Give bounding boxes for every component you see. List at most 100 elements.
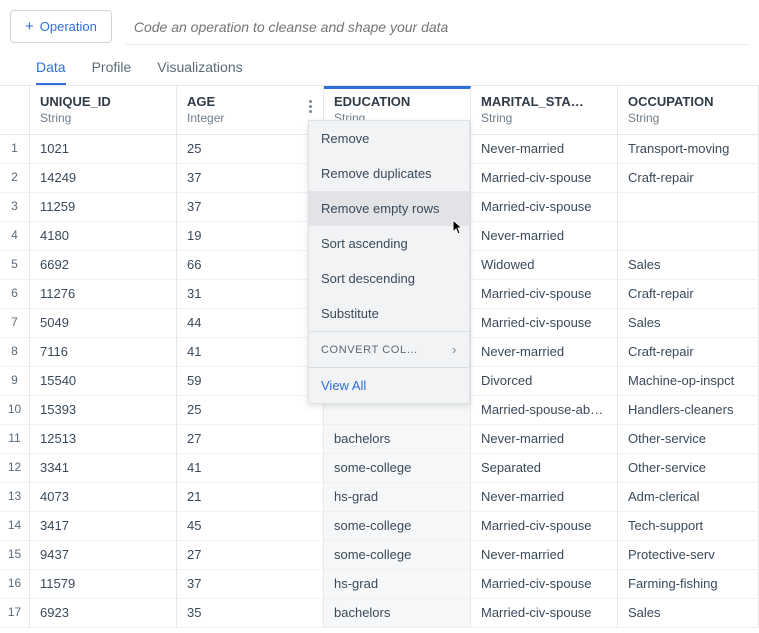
column-header-marital-sta-[interactable]: MARITAL_STA…String — [471, 86, 618, 135]
cell-marital[interactable]: Married-civ-spouse — [471, 280, 618, 309]
context-menu-item[interactable]: Remove empty rows — [309, 191, 469, 226]
row-number[interactable]: 5 — [0, 251, 30, 280]
cell-marital[interactable]: Never-married — [471, 338, 618, 367]
cell-occupation[interactable]: Other-service — [618, 425, 759, 454]
cell-occupation[interactable]: Craft-repair — [618, 338, 759, 367]
cell-marital[interactable]: Never-married — [471, 135, 618, 164]
tab-visualizations[interactable]: Visualizations — [157, 59, 242, 85]
cell-age[interactable]: 25 — [177, 135, 324, 164]
cell-unique_id[interactable]: 5049 — [30, 309, 177, 338]
column-header-occupation[interactable]: OCCUPATIONString — [618, 86, 759, 135]
row-number[interactable]: 9 — [0, 367, 30, 396]
cell-education[interactable]: some-college — [324, 454, 471, 483]
row-number[interactable]: 6 — [0, 280, 30, 309]
column-menu-icon[interactable] — [303, 96, 317, 116]
cell-marital[interactable]: Never-married — [471, 425, 618, 454]
cell-unique_id[interactable]: 14249 — [30, 164, 177, 193]
cell-occupation[interactable] — [618, 193, 759, 222]
cell-unique_id[interactable]: 4180 — [30, 222, 177, 251]
cell-occupation[interactable]: Machine-op-inspct — [618, 367, 759, 396]
cell-occupation[interactable]: Adm-clerical — [618, 483, 759, 512]
cell-education[interactable]: some-college — [324, 541, 471, 570]
cell-marital[interactable]: Separated — [471, 454, 618, 483]
cell-marital[interactable]: Married-civ-spouse — [471, 309, 618, 338]
cell-occupation[interactable] — [618, 222, 759, 251]
cell-occupation[interactable]: Tech-support — [618, 512, 759, 541]
cell-occupation[interactable]: Sales — [618, 309, 759, 338]
cell-unique_id[interactable]: 6923 — [30, 599, 177, 628]
cell-age[interactable]: 37 — [177, 193, 324, 222]
cell-marital[interactable]: Never-married — [471, 541, 618, 570]
cell-age[interactable]: 27 — [177, 425, 324, 454]
cell-age[interactable]: 21 — [177, 483, 324, 512]
row-number[interactable]: 2 — [0, 164, 30, 193]
cell-unique_id[interactable]: 11259 — [30, 193, 177, 222]
cell-occupation[interactable]: Protective-serv — [618, 541, 759, 570]
code-input[interactable] — [126, 10, 749, 45]
cell-unique_id[interactable]: 15540 — [30, 367, 177, 396]
cell-unique_id[interactable]: 11276 — [30, 280, 177, 309]
cell-occupation[interactable]: Farming-fishing — [618, 570, 759, 599]
cell-unique_id[interactable]: 15393 — [30, 396, 177, 425]
cell-unique_id[interactable]: 4073 — [30, 483, 177, 512]
cell-age[interactable]: 44 — [177, 309, 324, 338]
cell-age[interactable]: 37 — [177, 164, 324, 193]
operation-button[interactable]: + Operation — [10, 10, 112, 43]
cell-age[interactable]: 41 — [177, 338, 324, 367]
cell-education[interactable]: bachelors — [324, 425, 471, 454]
cell-age[interactable]: 35 — [177, 599, 324, 628]
cell-unique_id[interactable]: 1021 — [30, 135, 177, 164]
context-menu-view-all[interactable]: View All — [309, 367, 469, 403]
context-menu-item[interactable]: Remove — [309, 121, 469, 156]
row-number[interactable]: 16 — [0, 570, 30, 599]
context-menu-submenu-convert[interactable]: CONVERT COL…› — [309, 331, 469, 367]
cell-marital[interactable]: Married-civ-spouse — [471, 193, 618, 222]
column-header-unique-id[interactable]: UNIQUE_IDString — [30, 86, 177, 135]
row-number[interactable]: 17 — [0, 599, 30, 628]
cell-age[interactable]: 41 — [177, 454, 324, 483]
cell-education[interactable]: hs-grad — [324, 483, 471, 512]
context-menu-item[interactable]: Remove duplicates — [309, 156, 469, 191]
row-number[interactable]: 14 — [0, 512, 30, 541]
row-number[interactable]: 15 — [0, 541, 30, 570]
context-menu-item[interactable]: Sort descending — [309, 261, 469, 296]
context-menu-item[interactable]: Sort ascending — [309, 226, 469, 261]
cell-age[interactable]: 27 — [177, 541, 324, 570]
cell-marital[interactable]: Married-civ-spouse — [471, 599, 618, 628]
cell-unique_id[interactable]: 11579 — [30, 570, 177, 599]
row-number[interactable]: 3 — [0, 193, 30, 222]
cell-marital[interactable]: Married-civ-spouse — [471, 164, 618, 193]
cell-marital[interactable]: Widowed — [471, 251, 618, 280]
row-number[interactable]: 13 — [0, 483, 30, 512]
cell-age[interactable]: 45 — [177, 512, 324, 541]
cell-education[interactable]: hs-grad — [324, 570, 471, 599]
cell-marital[interactable]: Married-civ-spouse — [471, 570, 618, 599]
column-header-age[interactable]: AGEInteger — [177, 86, 324, 135]
cell-occupation[interactable]: Craft-repair — [618, 164, 759, 193]
cell-education[interactable]: bachelors — [324, 599, 471, 628]
cell-unique_id[interactable]: 3417 — [30, 512, 177, 541]
cell-marital[interactable]: Never-married — [471, 222, 618, 251]
cell-occupation[interactable]: Craft-repair — [618, 280, 759, 309]
cell-occupation[interactable]: Transport-moving — [618, 135, 759, 164]
row-number[interactable]: 12 — [0, 454, 30, 483]
cell-age[interactable]: 66 — [177, 251, 324, 280]
tab-data[interactable]: Data — [36, 59, 66, 85]
cell-occupation[interactable]: Sales — [618, 251, 759, 280]
cell-marital[interactable]: Never-married — [471, 483, 618, 512]
cell-occupation[interactable]: Other-service — [618, 454, 759, 483]
row-number[interactable]: 10 — [0, 396, 30, 425]
cell-age[interactable]: 37 — [177, 570, 324, 599]
cell-unique_id[interactable]: 7116 — [30, 338, 177, 367]
cell-marital[interactable]: Married-spouse-ab… — [471, 396, 618, 425]
cell-age[interactable]: 31 — [177, 280, 324, 309]
cell-occupation[interactable]: Sales — [618, 599, 759, 628]
cell-unique_id[interactable]: 12513 — [30, 425, 177, 454]
cell-age[interactable]: 25 — [177, 396, 324, 425]
cell-unique_id[interactable]: 3341 — [30, 454, 177, 483]
row-number[interactable]: 4 — [0, 222, 30, 251]
row-number[interactable]: 1 — [0, 135, 30, 164]
cell-age[interactable]: 19 — [177, 222, 324, 251]
cell-education[interactable]: some-college — [324, 512, 471, 541]
context-menu-item[interactable]: Substitute — [309, 296, 469, 331]
